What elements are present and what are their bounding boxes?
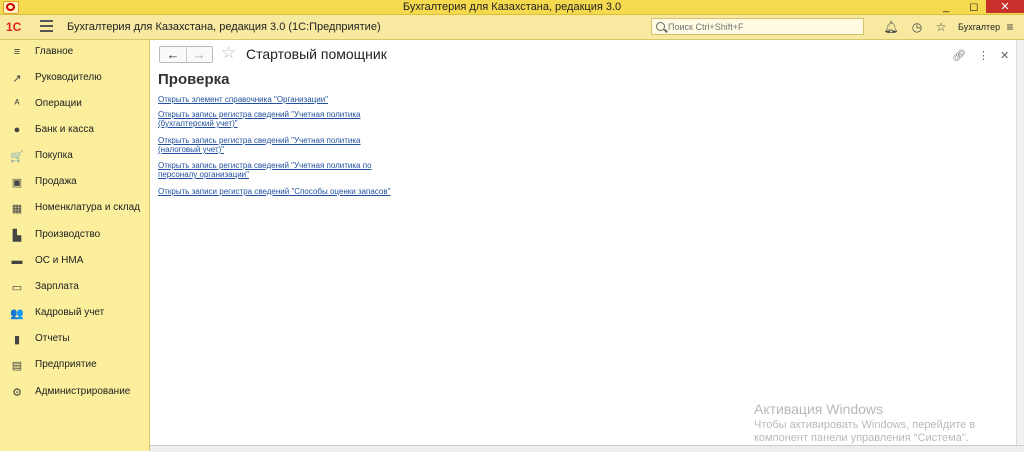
operations-icon: ᴬ (14, 98, 20, 110)
bag-icon: ▣ (11, 176, 23, 189)
people-icon: 👥 (10, 307, 24, 320)
minimize-button[interactable]: _ (936, 0, 956, 13)
sidebar-item-label: Главное (35, 46, 74, 57)
vertical-scrollbar[interactable] (1016, 40, 1024, 445)
sidebar-item-salary[interactable]: ▭ Зарплата (0, 276, 149, 298)
sidebar-item-label: Руководителю (35, 72, 102, 83)
more-options-icon[interactable]: ⋮ (978, 49, 989, 62)
bar-chart-icon: ▮ (13, 333, 21, 346)
sidebar-item-nomenclature[interactable]: ▦ Номенклатура и склад (0, 197, 149, 219)
sidebar-item-reports[interactable]: ▮ Отчеты (0, 328, 149, 350)
cart-icon: 🛒 (10, 150, 24, 163)
sidebar-item-label: Отчеты (35, 333, 70, 344)
window-title: Бухгалтерия для Казахстана, редакция 3.0 (402, 1, 622, 13)
section-title: Проверка (158, 71, 230, 88)
sidebar-item-manager[interactable]: ↗ Руководителю (0, 67, 149, 89)
gear-icon: ⚙ (12, 386, 22, 399)
1c-logo: 1С (6, 20, 22, 34)
watermark-title: Активация Windows (754, 401, 884, 417)
app-toolbar: 1С Бухгалтерия для Казахстана, редакция … (0, 15, 1024, 40)
watermark-line: компонент панели управления "Система". (754, 432, 969, 444)
search-input[interactable] (668, 20, 858, 33)
sidebar-item-sales[interactable]: ▣ Продажа (0, 171, 149, 193)
link-tax-policy[interactable]: Открыть запись регистра сведений "Учетна… (158, 136, 398, 154)
history-icon[interactable]: ◷ (910, 20, 924, 34)
sidebar-item-label: Предприятие (35, 359, 97, 370)
sidebar-item-label: Зарплата (35, 281, 79, 292)
sidebar-item-label: Кадровый учет (35, 307, 105, 318)
watermark-line: Чтобы активировать Windows, перейдите в (754, 419, 976, 431)
link-accounting-policy[interactable]: Открыть запись регистра сведений "Учетна… (158, 110, 398, 128)
trend-icon: ↗ (12, 72, 22, 85)
factory-icon: ▙ (12, 229, 22, 242)
warehouse-icon: ▦ (11, 202, 23, 215)
search-icon (656, 22, 665, 31)
sidebar: ≡ Главное ↗ Руководителю ᴬ Операции ● Ба… (0, 40, 150, 451)
link-icon[interactable]: 🔗︎ (952, 49, 966, 62)
app-name: Бухгалтерия для Казахстана, редакция 3.0… (67, 21, 381, 33)
windows-activation-watermark: Активация Windows Чтобы активировать Win… (754, 401, 975, 445)
wallet-icon: ▭ (11, 281, 23, 294)
link-organizations[interactable]: Открыть элемент справочника "Организации… (158, 95, 398, 104)
favorite-star-icon[interactable]: ☆ (221, 43, 236, 63)
page-title: Стартовый помощник (246, 46, 387, 62)
coin-icon: ● (13, 124, 21, 136)
link-hr-policy[interactable]: Открыть запись регистра сведений "Учетна… (158, 161, 398, 179)
sidebar-item-label: Номенклатура и склад (35, 202, 140, 213)
nav-buttons: ← → (159, 46, 213, 63)
back-arrow-icon[interactable]: ← (160, 47, 187, 62)
main-menu-icon[interactable] (40, 20, 53, 32)
close-window-button[interactable]: ✕ (986, 0, 1024, 13)
sidebar-item-label: Покупка (35, 150, 73, 161)
sidebar-item-fixed-assets[interactable]: ▬ ОС и НМА (0, 250, 149, 272)
search-box[interactable] (651, 18, 864, 35)
restore-button[interactable]: ◻ (964, 0, 984, 13)
sidebar-item-label: Администрирование (35, 386, 131, 397)
bell-icon[interactable]: 🔔︎ (883, 20, 898, 34)
sidebar-item-hr[interactable]: 👥 Кадровый учет (0, 302, 149, 324)
user-menu-icon[interactable]: ≡ (1003, 20, 1017, 34)
sidebar-item-label: Операции (35, 98, 82, 109)
main-content: ← → ☆ Стартовый помощник 🔗︎ ⋮ ✕ Проверка… (150, 40, 1024, 445)
window-title-bar: Бухгалтерия для Казахстана, редакция 3.0… (0, 0, 1024, 15)
sidebar-item-label: Банк и касса (35, 124, 94, 135)
sidebar-item-label: Продажа (35, 176, 77, 187)
sidebar-item-label: ОС и НМА (35, 255, 84, 266)
sidebar-item-bank[interactable]: ● Банк и касса (0, 119, 149, 141)
building-icon: ▤ (11, 359, 23, 372)
link-inventory-valuation[interactable]: Открыть записи регистра сведений "Способ… (158, 187, 398, 196)
truck-icon: ▬ (11, 255, 23, 267)
star-icon[interactable]: ☆ (934, 20, 948, 34)
sidebar-item-purchase[interactable]: 🛒 Покупка (0, 145, 149, 167)
sidebar-item-production[interactable]: ▙ Производство (0, 224, 149, 246)
forward-arrow-icon[interactable]: → (186, 47, 212, 62)
menu-lines-icon: ≡ (13, 46, 21, 58)
sidebar-item-operations[interactable]: ᴬ Операции (0, 93, 149, 115)
sidebar-item-enterprise[interactable]: ▤ Предприятие (0, 354, 149, 376)
sidebar-item-main[interactable]: ≡ Главное (0, 41, 149, 63)
sidebar-item-admin[interactable]: ⚙ Администрирование (0, 381, 149, 403)
user-name[interactable]: Бухгалтер (958, 22, 1000, 32)
sidebar-item-label: Производство (35, 229, 101, 240)
close-form-icon[interactable]: ✕ (1000, 49, 1009, 62)
